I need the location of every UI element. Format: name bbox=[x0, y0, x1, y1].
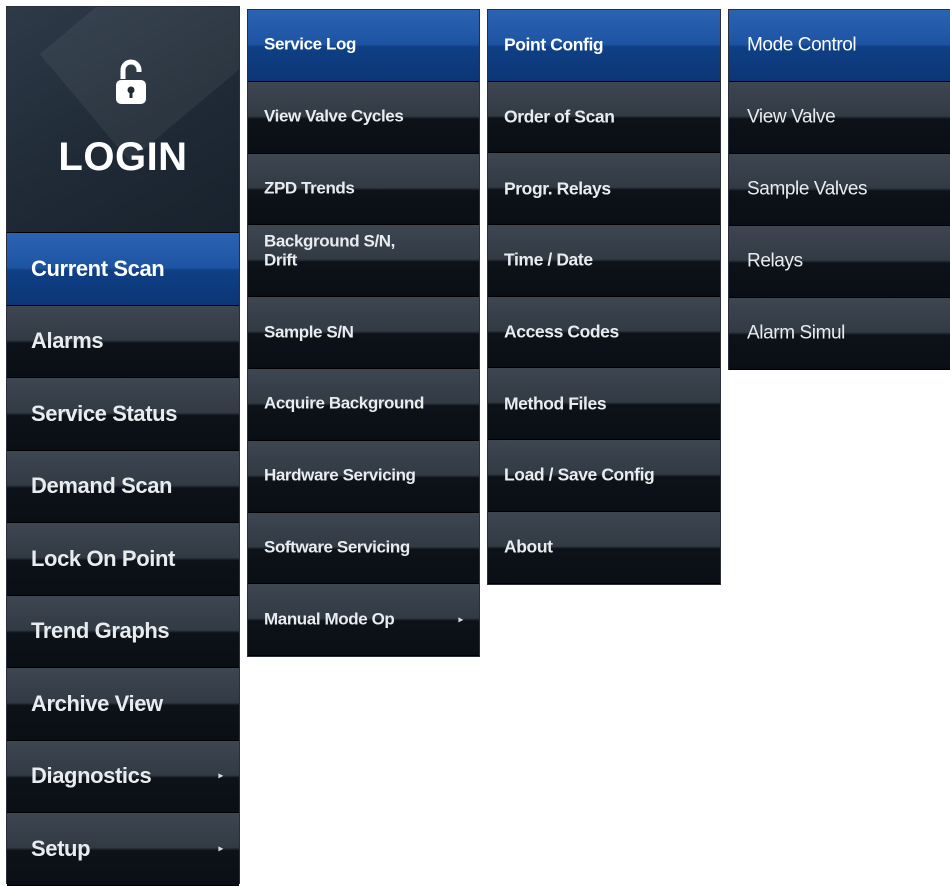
submenu-item-label: Point Config bbox=[504, 34, 604, 55]
submenu-item-progr-relays[interactable]: Progr. Relays bbox=[488, 153, 720, 226]
submenu-item-label: Service Log bbox=[264, 35, 356, 55]
submenu-item-label: Progr. Relays bbox=[504, 178, 611, 199]
submenu-item-sample-sn[interactable]: Sample S/N bbox=[248, 297, 479, 369]
submenu-item-point-config[interactable]: Point Config bbox=[488, 10, 720, 82]
menu-item-demand-scan[interactable]: Demand Scan bbox=[7, 450, 239, 523]
submenu-item-label: ZPD Trends bbox=[264, 178, 355, 198]
submenu-item-view-valve[interactable]: View Valve bbox=[729, 82, 950, 154]
submenu-item-label: About bbox=[504, 536, 553, 557]
menu-item-label: Alarms bbox=[31, 328, 104, 354]
submenu-item-service-log[interactable]: Service Log bbox=[248, 10, 479, 82]
menu-item-label: Lock On Point bbox=[31, 545, 175, 571]
menu-item-label: Trend Graphs bbox=[31, 618, 170, 644]
submenu-item-label: Manual Mode Op bbox=[264, 609, 395, 629]
submenu-item-load-save-config[interactable]: Load / Save Config bbox=[488, 440, 720, 512]
diagnostics-submenu: Service Log View Valve Cycles ZPD Trends… bbox=[247, 9, 480, 657]
menu-item-lock-on-point[interactable]: Lock On Point bbox=[7, 523, 239, 596]
unlocked-padlock-icon bbox=[116, 59, 146, 104]
submenu-item-alarm-simul[interactable]: Alarm Simul bbox=[729, 298, 950, 370]
submenu-item-label: Sample S/N bbox=[264, 322, 354, 342]
menu-item-service-status[interactable]: Service Status bbox=[7, 378, 239, 451]
submenu-item-mode-control[interactable]: Mode Control bbox=[729, 10, 950, 82]
menu-item-current-scan[interactable]: Current Scan bbox=[7, 233, 239, 306]
submenu-item-method-files[interactable]: Method Files bbox=[488, 368, 720, 441]
submenu-item-background-sn-drift[interactable]: Background S/N, Drift bbox=[248, 225, 479, 298]
submenu-item-label: Load / Save Config bbox=[504, 464, 655, 485]
menu-item-setup[interactable]: Setup ▸ bbox=[7, 813, 239, 886]
menu-item-archive-view[interactable]: Archive View bbox=[7, 668, 239, 741]
arrow-right-icon: ▸ bbox=[218, 843, 223, 855]
submenu-item-order-of-scan[interactable]: Order of Scan bbox=[488, 81, 720, 154]
submenu-item-label: Order of Scan bbox=[504, 106, 615, 127]
manual-mode-submenu: Mode Control View Valve Sample Valves Re… bbox=[728, 9, 950, 370]
submenu-item-relays[interactable]: Relays bbox=[729, 226, 950, 298]
menu-item-label: Demand Scan bbox=[31, 473, 173, 499]
submenu-item-view-valve-cycles[interactable]: View Valve Cycles bbox=[248, 81, 479, 154]
menu-item-label: Current Scan bbox=[31, 255, 165, 281]
submenu-item-label: Access Codes bbox=[504, 321, 619, 342]
login-button[interactable]: LOGIN bbox=[7, 7, 239, 233]
arrow-right-icon: ▸ bbox=[458, 614, 463, 626]
submenu-item-label: Alarm Simul bbox=[747, 322, 846, 344]
submenu-item-label: Software Servicing bbox=[264, 537, 410, 557]
menu-item-diagnostics[interactable]: Diagnostics ▸ bbox=[7, 740, 239, 813]
submenu-item-sample-valves[interactable]: Sample Valves bbox=[729, 154, 950, 226]
menu-item-alarms[interactable]: Alarms bbox=[7, 305, 239, 378]
submenu-item-label: Sample Valves bbox=[747, 178, 868, 200]
menu-item-label: Diagnostics bbox=[31, 763, 152, 789]
submenu-item-manual-mode-op[interactable]: Manual Mode Op ▸ bbox=[248, 584, 479, 657]
submenu-item-label: Hardware Servicing bbox=[264, 465, 416, 485]
submenu-item-label: Mode Control bbox=[747, 34, 857, 56]
submenu-item-software-servicing[interactable]: Software Servicing bbox=[248, 512, 479, 585]
menu-item-label: Archive View bbox=[31, 690, 163, 716]
setup-submenu: Point Config Order of Scan Progr. Relays… bbox=[487, 9, 721, 585]
arrow-right-icon: ▸ bbox=[218, 770, 223, 782]
submenu-item-label: Acquire Background bbox=[264, 394, 424, 414]
submenu-item-label: Background S/N, Drift bbox=[264, 231, 395, 269]
submenu-item-time-date[interactable]: Time / Date bbox=[488, 225, 720, 297]
submenu-item-label: Method Files bbox=[504, 393, 607, 414]
login-label: LOGIN bbox=[58, 135, 188, 179]
submenu-item-about[interactable]: About bbox=[488, 511, 720, 584]
menu-item-trend-graphs[interactable]: Trend Graphs bbox=[7, 595, 239, 668]
submenu-item-zpd-trends[interactable]: ZPD Trends bbox=[248, 153, 479, 226]
submenu-item-label: Time / Date bbox=[504, 249, 593, 270]
menu-item-label: Setup bbox=[31, 835, 91, 861]
submenu-item-label: View Valve Cycles bbox=[264, 106, 404, 126]
submenu-item-access-codes[interactable]: Access Codes bbox=[488, 296, 720, 369]
submenu-item-acquire-background[interactable]: Acquire Background bbox=[248, 368, 479, 441]
submenu-item-label: Relays bbox=[747, 250, 803, 272]
submenu-item-hardware-servicing[interactable]: Hardware Servicing bbox=[248, 440, 479, 513]
main-menu: LOGIN Current Scan Alarms Service Status… bbox=[6, 6, 240, 886]
menu-item-label: Service Status bbox=[31, 400, 178, 426]
submenu-item-label: View Valve bbox=[747, 106, 836, 128]
